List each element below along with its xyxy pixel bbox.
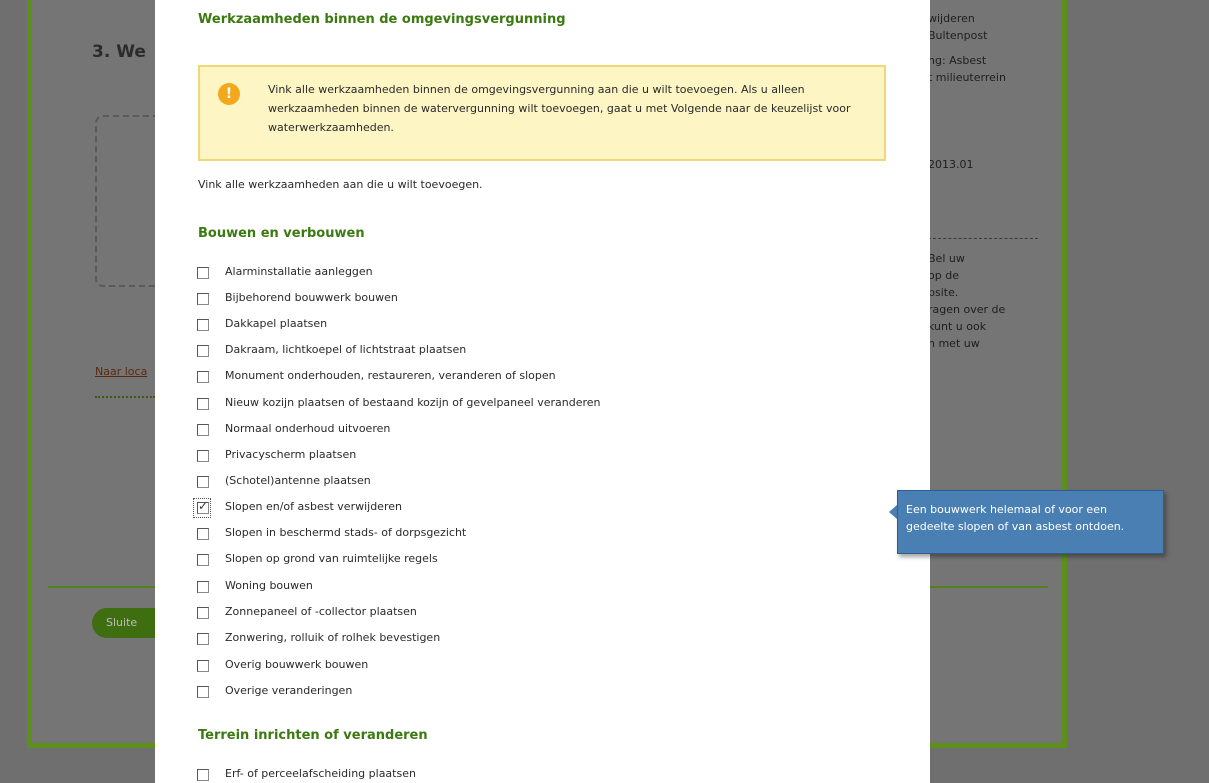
background-divider	[95, 396, 155, 398]
option-alarminstallatie[interactable]: Alarminstallatie aanleggen	[195, 262, 795, 286]
background-help-line: n met uw	[928, 337, 980, 350]
option-dakraam[interactable]: Dakraam, lichtkoepel of lichtstraat plaa…	[195, 340, 795, 364]
warning-icon: !	[218, 83, 240, 105]
background-summary-line: wijderen	[928, 12, 975, 25]
option-overig-bouwwerk[interactable]: Overig bouwwerk bouwen	[195, 655, 795, 679]
checkbox[interactable]	[197, 686, 209, 698]
work-selection-modal: Werkzaamheden binnen de omgevingsvergunn…	[155, 0, 930, 783]
checkbox[interactable]	[197, 450, 209, 462]
background-summary-line	[928, 44, 1006, 52]
checkbox[interactable]	[197, 345, 209, 357]
checkbox[interactable]	[197, 371, 209, 383]
checkbox[interactable]	[197, 660, 209, 672]
option-label[interactable]: (Schotel)antenne plaatsen	[225, 474, 371, 487]
option-label[interactable]: Zonnepaneel of -collector plaatsen	[225, 605, 417, 618]
option-label[interactable]: Erf- of perceelafscheiding plaatsen	[225, 767, 416, 780]
option-label[interactable]: Monument onderhouden, restaureren, veran…	[225, 369, 556, 382]
background-summary: wijderen Bultenpost ng: Asbest t milieut…	[928, 10, 1006, 86]
background-summary-line: t milieuterrein	[928, 71, 1006, 84]
option-label[interactable]: Overig bouwwerk bouwen	[225, 658, 368, 671]
option-label[interactable]: Zonwering, rolluik of rolhek bevestigen	[225, 631, 440, 644]
checkbox[interactable]	[197, 476, 209, 488]
checkmark-icon: ✓	[198, 499, 209, 513]
section-heading-terrein: Terrein inrichten of veranderen	[198, 728, 428, 743]
option-label[interactable]: Slopen op grond van ruimtelijke regels	[225, 552, 438, 565]
option-nieuw-kozijn[interactable]: Nieuw kozijn plaatsen of bestaand kozijn…	[195, 393, 795, 417]
modal-title: Werkzaamheden binnen de omgevingsvergunn…	[198, 12, 566, 27]
option-label[interactable]: Dakraam, lichtkoepel of lichtstraat plaa…	[225, 343, 466, 356]
checkbox[interactable]	[197, 398, 209, 410]
option-label[interactable]: Normaal onderhoud uitvoeren	[225, 422, 390, 435]
checkbox[interactable]	[197, 319, 209, 331]
option-monument[interactable]: Monument onderhouden, restaureren, veran…	[195, 366, 795, 390]
checkbox[interactable]	[197, 581, 209, 593]
option-label[interactable]: Slopen en/of asbest verwijderen	[225, 500, 402, 513]
option-privacyscherm[interactable]: Privacyscherm plaatsen	[195, 445, 795, 469]
option-bijbehorend-bouwwerk[interactable]: Bijbehorend bouwwerk bouwen	[195, 288, 795, 312]
option-zonwering[interactable]: Zonwering, rolluik of rolhek bevestigen	[195, 628, 795, 652]
background-step-title: 3. We	[92, 42, 146, 62]
warning-box: ! Vink alle werkzaamheden binnen de omge…	[198, 65, 886, 161]
background-help-line: kunt u ook	[928, 320, 987, 333]
tooltip-text: Een bouwwerk helemaal of voor een gedeel…	[906, 503, 1125, 533]
background-help-text: Bel uw op de bsite. ragen over de kunt u…	[928, 250, 1005, 352]
checkbox[interactable]	[197, 424, 209, 436]
option-slopen-ruimtelijk[interactable]: Slopen op grond van ruimtelijke regels	[195, 549, 795, 573]
checkbox[interactable]	[197, 554, 209, 566]
option-label[interactable]: Woning bouwen	[225, 579, 313, 592]
warning-text: Vink alle werkzaamheden binnen de omgevi…	[268, 83, 851, 134]
option-zonnepaneel[interactable]: Zonnepaneel of -collector plaatsen	[195, 602, 795, 626]
option-dakkapel[interactable]: Dakkapel plaatsen	[195, 314, 795, 338]
option-erfafscheiding[interactable]: Erf- of perceelafscheiding plaatsen	[195, 764, 795, 783]
checkbox[interactable]	[197, 607, 209, 619]
checkbox[interactable]	[197, 633, 209, 645]
option-slopen-beschermd[interactable]: Slopen in beschermd stads- of dorpsgezic…	[195, 523, 795, 547]
tooltip-arrow	[889, 505, 897, 519]
option-overige-veranderingen[interactable]: Overige veranderingen	[195, 681, 795, 705]
checkbox[interactable]	[197, 769, 209, 781]
background-help-line: ragen over de	[928, 303, 1006, 316]
intro-text: Vink alle werkzaamheden aan die u wilt t…	[198, 178, 483, 191]
background-summary-line: ng: Asbest	[928, 54, 987, 67]
option-label[interactable]: Nieuw kozijn plaatsen of bestaand kozijn…	[225, 396, 601, 409]
background-location-link: Naar loca	[95, 365, 148, 378]
background-help-line: bsite.	[928, 286, 959, 299]
background-help-line: Bel uw	[928, 252, 965, 265]
option-label[interactable]: Alarminstallatie aanleggen	[225, 265, 373, 278]
option-normaal-onderhoud[interactable]: Normaal onderhoud uitvoeren	[195, 419, 795, 443]
help-tooltip: Een bouwwerk helemaal of voor een gedeel…	[889, 490, 1164, 554]
option-label[interactable]: Dakkapel plaatsen	[225, 317, 327, 330]
background-date: 2013.01	[928, 158, 974, 171]
checkbox[interactable]	[197, 267, 209, 279]
option-label[interactable]: Slopen in beschermd stads- of dorpsgezic…	[225, 526, 466, 539]
checkbox[interactable]	[197, 528, 209, 540]
option-label[interactable]: Overige veranderingen	[225, 684, 352, 697]
checkbox[interactable]	[197, 293, 209, 305]
option-label[interactable]: Privacyscherm plaatsen	[225, 448, 356, 461]
background-right-divider	[928, 238, 1038, 239]
option-slopen-asbest[interactable]: ✓ Slopen en/of asbest verwijderen	[193, 497, 795, 521]
background-help-line: op de	[928, 269, 959, 282]
option-label[interactable]: Bijbehorend bouwwerk bouwen	[225, 291, 398, 304]
section-heading-bouwen: Bouwen en verbouwen	[198, 226, 365, 241]
background-summary-line: Bultenpost	[928, 29, 988, 42]
checkbox-checked[interactable]: ✓	[197, 499, 209, 514]
option-schotelantenne[interactable]: (Schotel)antenne plaatsen	[195, 471, 795, 495]
option-woning-bouwen[interactable]: Woning bouwen	[195, 576, 795, 600]
